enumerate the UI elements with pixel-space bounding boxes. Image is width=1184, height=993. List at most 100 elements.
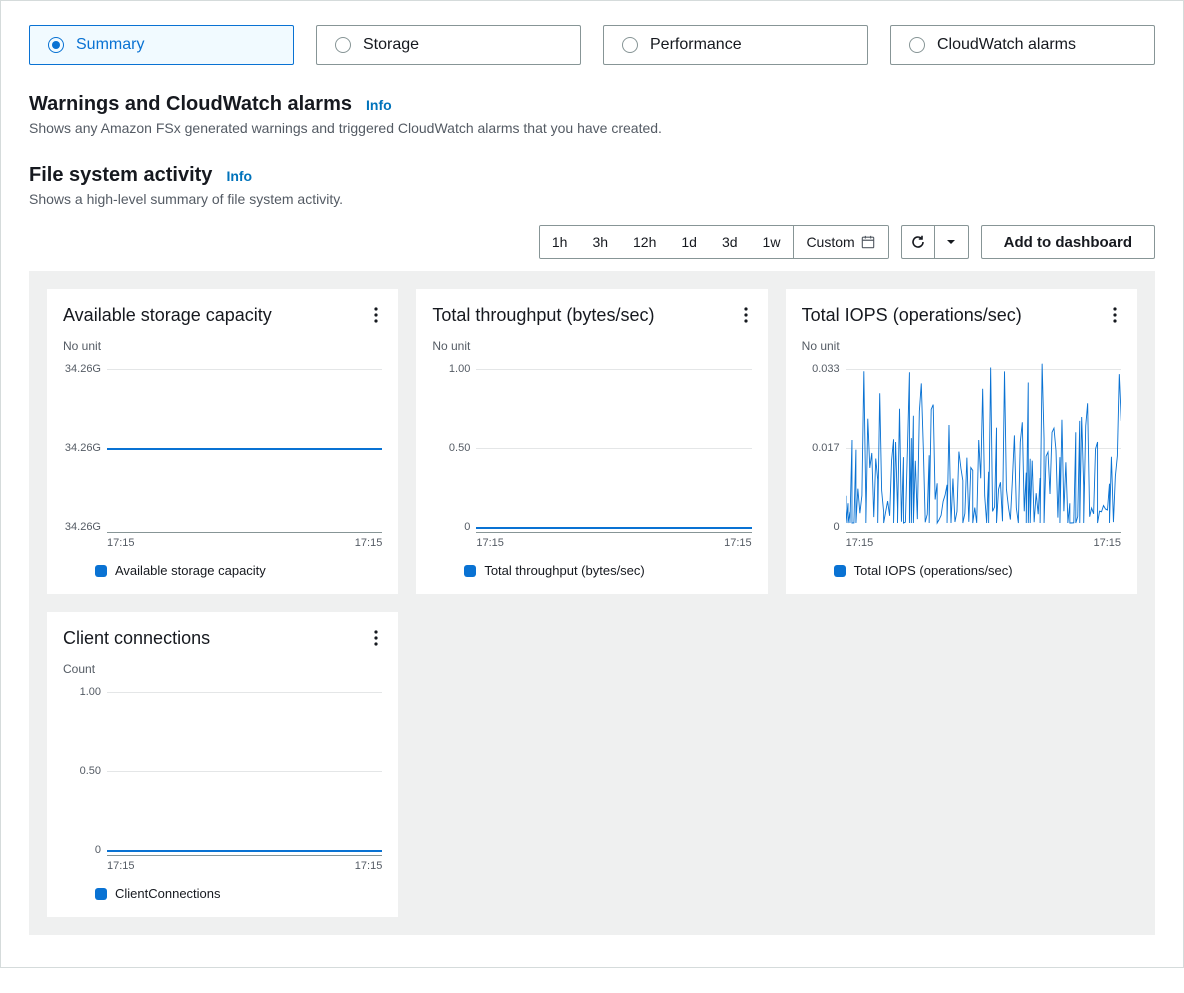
tab-storage[interactable]: Storage [316,25,581,65]
x-ticks: 17:15 17:15 [846,537,1121,549]
legend-swatch [834,565,846,577]
chart-card-total-throughput: Total throughput (bytes/sec) No unit 1.0… [416,289,767,594]
chart-title: Available storage capacity [63,305,272,326]
legend-label: ClientConnections [115,886,221,901]
x-tick: 17:15 [355,860,383,872]
legend-label: Total throughput (bytes/sec) [484,563,644,578]
chart-plot[interactable]: 1.00 0.50 0 [63,686,382,856]
section-warnings-desc: Shows any Amazon FSx generated warnings … [29,120,1155,136]
gridline [107,692,382,693]
chart-title: Total IOPS (operations/sec) [802,305,1022,326]
x-ticks: 17:15 17:15 [476,537,751,549]
chart-plot[interactable]: 0.033 0.017 0 [802,363,1121,533]
tab-label: Storage [363,36,419,54]
time-range-3h[interactable]: 3h [580,226,621,258]
x-axis [107,532,382,533]
chart-menu-button[interactable] [740,303,752,327]
time-range-12h[interactable]: 12h [621,226,669,258]
kebab-icon [374,307,378,323]
legend-label: Available storage capacity [115,563,266,578]
time-range-custom[interactable]: Custom [793,226,887,258]
chart-title: Total throughput (bytes/sec) [432,305,654,326]
radio-icon [335,37,351,53]
section-activity: File system activity Info [29,164,1155,187]
chart-units: No unit [432,339,751,353]
y-tick: 0 [432,521,470,533]
legend-swatch [95,565,107,577]
chart-units: Count [63,662,382,676]
radio-icon [622,37,638,53]
y-tick: 34.26G [63,363,101,375]
refresh-button[interactable] [901,225,935,259]
kebab-icon [374,630,378,646]
time-range-1w[interactable]: 1w [751,226,794,258]
y-tick: 1.00 [432,363,470,375]
y-tick: 0 [63,844,101,856]
caret-down-icon [945,236,957,248]
time-range-group: 1h3h12h1d3d1w Custom [539,225,889,259]
chart-legend: Total IOPS (operations/sec) [834,563,1121,578]
kebab-icon [1113,307,1117,323]
y-tick: 34.26G [63,442,101,454]
y-tick: 0.033 [802,363,840,375]
x-axis [476,532,751,533]
chart-menu-button[interactable] [1109,303,1121,327]
chart-units: No unit [802,339,1121,353]
tab-label: Summary [76,36,144,54]
y-tick: 1.00 [63,686,101,698]
charts-grid: Available storage capacity No unit 34.26… [29,271,1155,935]
radio-icon [48,37,64,53]
calendar-icon [861,235,875,249]
tab-strip: Summary Storage Performance CloudWatch a… [29,25,1155,65]
chart-plot[interactable]: 1.00 0.50 0 [432,363,751,533]
time-range-1h[interactable]: 1h [540,226,581,258]
radio-icon [909,37,925,53]
time-range-1d[interactable]: 1d [669,226,710,258]
y-tick: 0.017 [802,442,840,454]
y-tick: 0.50 [63,765,101,777]
section-warnings: Warnings and CloudWatch alarms Info [29,93,1155,116]
chart-legend: Total throughput (bytes/sec) [464,563,751,578]
gridline [476,369,751,370]
chart-plot[interactable]: 34.26G 34.26G 34.26G [63,363,382,533]
legend-label: Total IOPS (operations/sec) [854,563,1013,578]
chart-title: Client connections [63,628,210,649]
add-to-dashboard-label: Add to dashboard [1004,234,1132,251]
kebab-icon [744,307,748,323]
section-activity-title: File system activity [29,164,212,187]
section-warnings-title: Warnings and CloudWatch alarms [29,93,352,116]
tab-label: Performance [650,36,742,54]
refresh-icon [910,234,926,250]
x-tick: 17:15 [846,537,874,549]
tab-performance[interactable]: Performance [603,25,868,65]
section-activity-desc: Shows a high-level summary of file syste… [29,191,1155,207]
tab-cloudwatch[interactable]: CloudWatch alarms [890,25,1155,65]
refresh-menu-button[interactable] [935,225,969,259]
tab-summary[interactable]: Summary [29,25,294,65]
legend-swatch [95,888,107,900]
y-tick: 34.26G [63,521,101,533]
chart-menu-button[interactable] [370,626,382,650]
chart-units: No unit [63,339,382,353]
add-to-dashboard-button[interactable]: Add to dashboard [981,225,1155,259]
x-ticks: 17:15 17:15 [107,537,382,549]
x-tick: 17:15 [355,537,383,549]
gridline [107,771,382,772]
x-tick: 17:15 [724,537,752,549]
chart-legend: ClientConnections [95,886,382,901]
chart-card-client-connections: Client connections Count 1.00 0.50 0 17:… [47,612,398,917]
refresh-group [901,225,969,259]
tab-label: CloudWatch alarms [937,36,1076,54]
x-axis [107,855,382,856]
chart-menu-button[interactable] [370,303,382,327]
info-link-warnings[interactable]: Info [366,97,392,113]
x-tick: 17:15 [107,537,135,549]
time-range-3d[interactable]: 3d [710,226,751,258]
y-tick: 0 [802,521,840,533]
x-tick: 17:15 [476,537,504,549]
y-tick: 0.50 [432,442,470,454]
gridline [476,448,751,449]
info-link-activity[interactable]: Info [226,168,252,184]
x-tick: 17:15 [1093,537,1121,549]
x-tick: 17:15 [107,860,135,872]
